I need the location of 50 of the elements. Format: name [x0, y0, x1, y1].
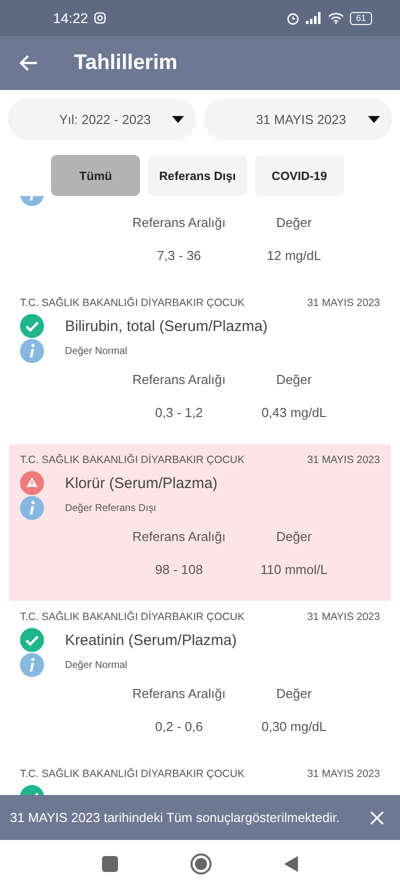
institution-name: T.C. SAĞLIK BAKANLIĞI DİYARBAKIR ÇOCUK — [20, 297, 244, 309]
result-date: 31 MAYIS 2023 — [307, 768, 380, 780]
filter-tab[interactable]: COVID-19 — [254, 155, 344, 196]
result-note: Değer Normal — [65, 660, 128, 670]
back-arrow-icon[interactable] — [19, 53, 39, 73]
column-label: Referans Aralığı — [131, 214, 227, 230]
filter-tab[interactable]: Referans Dışı — [148, 155, 247, 196]
back-icon[interactable] — [284, 856, 298, 872]
column-label: Referans Aralığı — [131, 372, 227, 386]
result-date: 31 MAYIS 2023 — [307, 297, 380, 309]
battery-indicator: 61 — [350, 12, 372, 24]
column-label: Referans Aralığı — [131, 686, 227, 700]
dropdown[interactable]: Yıl: 2022 - 2023 — [8, 98, 196, 140]
result-value: 12 mg/dL — [266, 248, 322, 262]
column-label: Değer — [275, 214, 313, 230]
column-label: Değer — [275, 528, 313, 544]
column-label: Referans Aralığı — [131, 528, 227, 544]
test-name: Klorür (Serum/Plazma) — [65, 474, 218, 492]
filter-tab[interactable]: Tümü — [51, 155, 140, 196]
column-label: Değer — [275, 372, 313, 386]
result-date: 31 MAYIS 2023 — [307, 454, 380, 466]
home-icon[interactable] — [190, 853, 212, 875]
caret-icon — [368, 116, 380, 122]
result-value: 0,30 mg/dL — [260, 718, 328, 734]
institution-name: T.C. SAĞLIK BAKANLIĞI DİYARBAKIR ÇOCUK — [20, 768, 244, 780]
reference-range: 98 - 108 — [154, 562, 204, 576]
institution-name: T.C. SAĞLIK BAKANLIĞI DİYARBAKIR ÇOCUK — [20, 454, 244, 466]
test-name: Bilirubin, total (Serum/Plazma) — [65, 318, 268, 334]
result-value: 110 mmol/L — [260, 562, 328, 576]
test-name: Kreatinin (Serum/Plazma) — [65, 632, 237, 648]
page-title: Tahlillerim — [74, 51, 178, 75]
camera-icon — [94, 12, 106, 24]
status-time: 14:22 — [53, 10, 88, 26]
close-icon[interactable] — [370, 810, 384, 824]
recents-icon[interactable] — [102, 856, 118, 872]
signal-icon — [306, 12, 322, 24]
institution-name: T.C. SAĞLIK BAKANLIĞI DİYARBAKIR ÇOCUK — [20, 611, 244, 623]
column-label: Değer — [275, 686, 313, 700]
result-note: Değer Referans Dışı — [65, 502, 156, 514]
reference-range: 0,2 - 0,6 — [154, 718, 204, 734]
caret-icon — [172, 116, 184, 122]
result-value: 0,43 mg/dL — [260, 404, 328, 420]
wifi-icon — [328, 12, 344, 24]
result-note: Değer Normal — [65, 346, 128, 356]
dropdown[interactable]: 31 MAYIS 2023 — [204, 98, 392, 140]
alarm-icon — [286, 11, 300, 25]
reference-range: 0,3 - 1,2 — [154, 404, 204, 420]
snackbar-message: 31 MAYIS 2023 tarihindeki Tüm sonuçlargösterilmektedir. — [10, 810, 340, 825]
reference-range: 7,3 - 36 — [156, 248, 202, 262]
result-date: 31 MAYIS 2023 — [307, 611, 380, 623]
